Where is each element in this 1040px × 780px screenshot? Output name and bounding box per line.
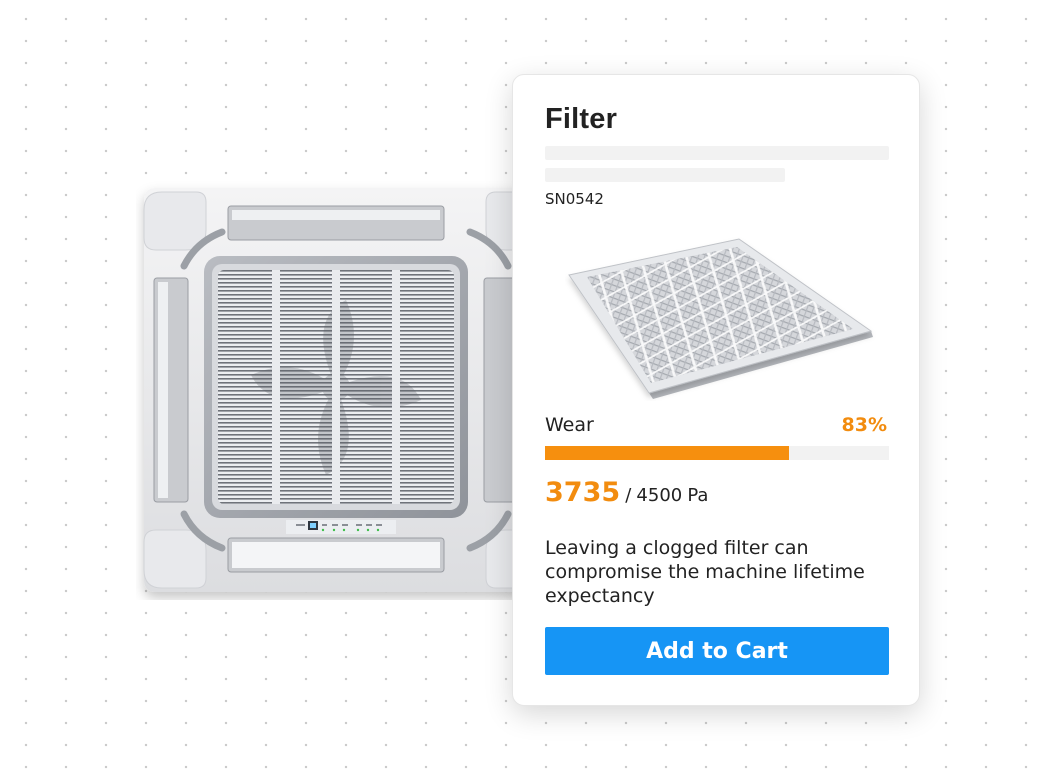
ac-unit-image [143, 188, 549, 592]
product-card: Filter SN0542 Wear 83% 3735 / 4500 Pa Le… [512, 74, 920, 706]
pressure-separator: / [625, 485, 632, 506]
add-to-cart-button[interactable]: Add to Cart [545, 627, 889, 675]
placeholder-line [545, 168, 785, 182]
wear-progress-bar [545, 446, 889, 460]
product-title: Filter [545, 103, 618, 135]
pressure-current: 3735 [545, 477, 621, 508]
serial-number: SN0542 [545, 190, 604, 208]
wear-progress-fill [545, 446, 790, 460]
wear-percent: 83% [841, 414, 887, 436]
pressure-max: 4500 [636, 485, 683, 506]
pressure-readout: 3735 / 4500 Pa [545, 477, 708, 508]
product-description: Leaving a clogged filter can compromise … [545, 537, 865, 607]
filter-image [568, 238, 873, 399]
wear-label: Wear [545, 414, 594, 436]
pressure-unit: Pa [687, 485, 709, 506]
placeholder-line [545, 146, 889, 160]
